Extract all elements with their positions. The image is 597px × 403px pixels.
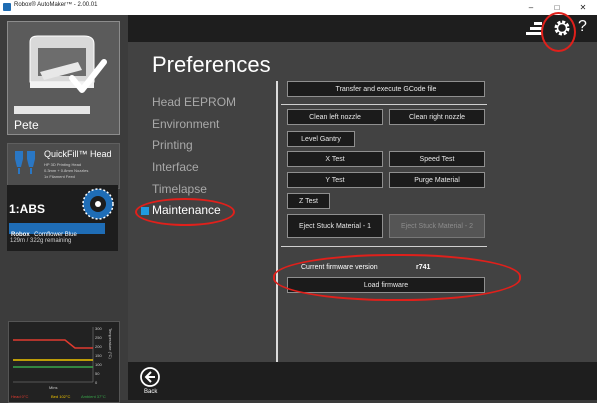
speed-test-button[interactable]: Speed Test [389,151,485,167]
vertical-divider [276,81,278,364]
load-firmware-button[interactable]: Load firmware [287,277,485,293]
category-maintenance[interactable]: Maintenance [152,203,221,217]
window-titlebar: Robox® AutoMaker™ - 2.00.01 – □ ✕ [0,0,597,15]
category-printing[interactable]: Printing [152,138,193,152]
filament-spool-icon [82,188,114,220]
printer-sidebar: Pete QuickFill™ Head HP 3D Printing Head… [0,15,128,403]
legend-ambient: Ambient 37°C [81,394,106,399]
active-category-marker [141,207,149,215]
y-tick: 50 [95,371,100,376]
printer-icon [29,35,107,93]
head-line-3: 1x Filament Feed [44,174,75,179]
preferences-panel: Preferences Head EEPROM Environment Prin… [128,42,597,364]
gear-icon[interactable] [552,18,572,38]
head-brand: QuickFill™ [44,149,88,159]
purge-material-button[interactable]: Purge Material [389,172,485,188]
firmware-version-label: Current firmware version [301,264,378,271]
eject-stuck-material-2-button: Eject Stuck Material - 2 [389,214,485,238]
x-test-button[interactable]: X Test [287,151,383,167]
y-tick: 300 [95,326,102,331]
transfer-gcode-button[interactable]: Transfer and execute GCode file [287,81,485,97]
y-tick: 200 [95,344,102,349]
graph-y-label: Temperature (°C) [108,328,113,359]
material-color-strip: Robox Cornflower Blue [9,223,105,238]
category-environment[interactable]: Environment [152,117,219,131]
back-arrow-icon[interactable] [140,367,160,387]
material-slot: 1:ABS [9,202,46,216]
printer-name: Pete [14,118,39,132]
temperature-graph: 300 250 200 150 100 50 0 Temperature (°C… [8,321,120,403]
divider [281,246,487,247]
back-label: Back [144,389,158,395]
printer-card[interactable]: Pete [7,21,120,135]
maximize-button[interactable]: □ [544,0,570,15]
legend-head: Head 0°C [11,394,29,399]
y-tick: 0 [95,380,98,385]
legend-bed: Bed 102°C [51,394,71,399]
close-button[interactable]: ✕ [570,0,596,15]
layers-icon[interactable] [524,20,544,38]
material-remaining: 129m / 322g remaining [10,238,72,244]
app-icon [3,3,11,11]
head-brand-suffix: Head [90,149,112,159]
divider [281,104,487,105]
y-tick: 100 [95,362,102,367]
y-tick: 150 [95,353,102,358]
z-test-button[interactable]: Z Test [287,193,330,209]
top-toolbar: ? [128,15,597,42]
material-card[interactable]: 1:ABS Robox Cornflower Blue 129m / 322g … [7,185,118,251]
category-head-eeprom[interactable]: Head EEPROM [152,95,236,109]
help-button[interactable]: ? [578,18,587,36]
head-card: QuickFill™ Head HP 3D Printing Head 0.3m… [7,143,120,189]
y-test-button[interactable]: Y Test [287,172,383,188]
printer-status-bar [14,106,90,114]
category-timelapse[interactable]: Timelapse [152,182,207,196]
temperature-plot [13,327,94,383]
nozzle-icon [15,151,35,174]
bottom-toolbar: Back [128,362,597,400]
clean-left-nozzle-button[interactable]: Clean left nozzle [287,109,383,125]
category-interface[interactable]: Interface [152,160,199,174]
window-title: Robox® AutoMaker™ - 2.00.01 [14,2,98,8]
firmware-version-value: r741 [416,264,431,271]
clean-right-nozzle-button[interactable]: Clean right nozzle [389,109,485,125]
eject-stuck-material-1-button[interactable]: Eject Stuck Material - 1 [287,214,383,238]
head-line-1: HP 3D Printing Head [44,162,82,167]
minimize-button[interactable]: – [518,0,544,15]
page-title: Preferences [152,52,271,77]
head-line-2: 0.3mm + 0.8mm Nozzles [44,168,89,173]
graph-x-label: Mins [49,385,58,390]
y-tick: 250 [95,335,102,340]
level-gantry-button[interactable]: Level Gantry [287,131,355,147]
